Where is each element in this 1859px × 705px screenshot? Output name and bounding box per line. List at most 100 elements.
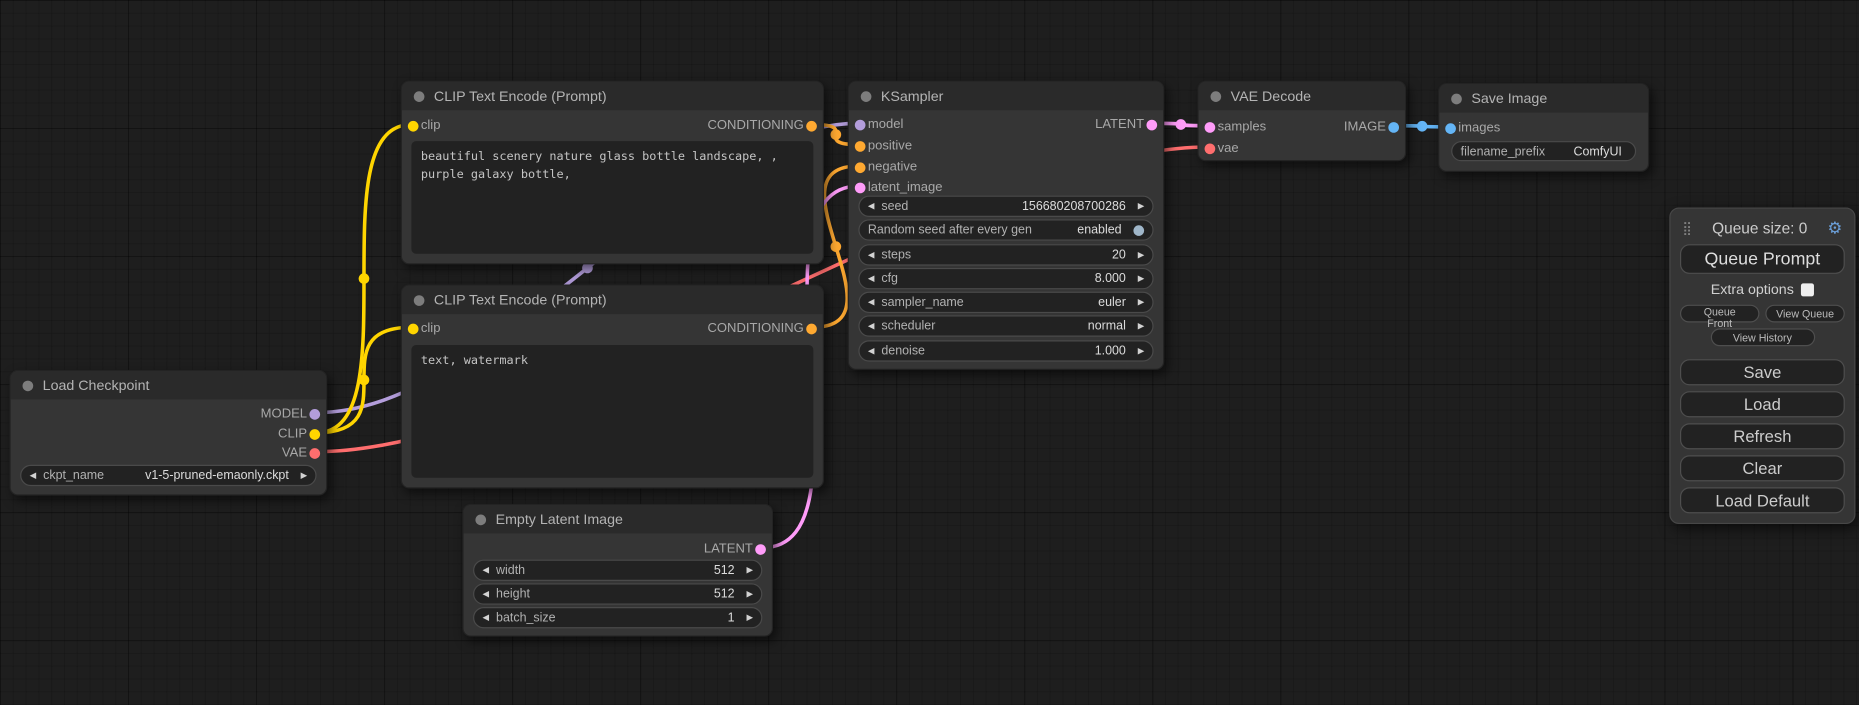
node-clip-text-encode-negative[interactable]: CLIP Text Encode (Prompt) clip CONDITION…: [401, 285, 824, 489]
extra-options-label: Extra options: [1711, 281, 1794, 298]
decrement-arrow-icon[interactable]: [868, 298, 874, 306]
increment-arrow-icon[interactable]: [1138, 322, 1144, 330]
decrement-arrow-icon[interactable]: [30, 471, 36, 479]
widget-seed[interactable]: seed 156680208700286: [858, 196, 1153, 217]
collapse-dot-icon[interactable]: [861, 91, 872, 102]
port-vae-output[interactable]: [309, 448, 320, 459]
increment-arrow-icon[interactable]: [1138, 202, 1144, 210]
widget-ckpt-name[interactable]: ckpt_name v1-5-pruned-emaonly.ckpt: [20, 465, 316, 486]
collapse-dot-icon[interactable]: [414, 91, 425, 102]
decrement-arrow-icon[interactable]: [868, 202, 874, 210]
toggle-on-icon[interactable]: [1133, 225, 1144, 236]
input-label-positive: positive: [868, 138, 912, 155]
decrement-arrow-icon[interactable]: [868, 251, 874, 259]
positive-prompt-textarea[interactable]: beautiful scenery nature glass bottle la…: [411, 141, 813, 254]
queue-prompt-button[interactable]: Queue Prompt: [1680, 244, 1845, 274]
input-label-latent-image: latent_image: [868, 179, 943, 196]
port-model-output[interactable]: [309, 409, 320, 420]
widget-width[interactable]: width 512: [473, 560, 762, 581]
node-save-image[interactable]: Save Image images filename_prefix ComfyU…: [1438, 83, 1649, 172]
widget-value: 1: [563, 611, 740, 625]
port-latent-output[interactable]: [1146, 120, 1157, 131]
increment-arrow-icon[interactable]: [746, 614, 752, 622]
widget-value: 20: [918, 248, 1130, 262]
port-image-output[interactable]: [1388, 122, 1399, 133]
increment-arrow-icon[interactable]: [301, 471, 307, 479]
save-button[interactable]: Save: [1680, 359, 1845, 385]
node-vae-decode[interactable]: VAE Decode samples vae IMAGE: [1197, 81, 1406, 162]
collapse-dot-icon[interactable]: [1210, 91, 1221, 102]
settings-gear-icon[interactable]: [1828, 218, 1843, 238]
node-titlebar[interactable]: CLIP Text Encode (Prompt): [402, 286, 823, 314]
widget-batch-size[interactable]: batch_size 1: [473, 607, 762, 628]
port-images-input[interactable]: [1445, 123, 1456, 134]
widget-random-seed-toggle[interactable]: Random seed after every gen enabled: [858, 219, 1153, 240]
widget-label: width: [496, 563, 525, 577]
view-history-button[interactable]: View History: [1710, 328, 1814, 346]
collapse-dot-icon[interactable]: [475, 514, 486, 525]
widget-filename-prefix[interactable]: filename_prefix ComfyUI: [1451, 141, 1636, 161]
node-title: Load Checkpoint: [43, 377, 150, 394]
output-label-conditioning: CONDITIONING: [707, 320, 803, 337]
collapse-dot-icon[interactable]: [414, 295, 425, 306]
widget-cfg[interactable]: cfg 8.000: [858, 268, 1153, 289]
port-latent-output[interactable]: [755, 544, 766, 555]
refresh-button[interactable]: Refresh: [1680, 423, 1845, 449]
port-clip-input[interactable]: [408, 121, 419, 132]
queue-front-button[interactable]: Queue Front: [1680, 305, 1759, 323]
link-midpoint-dot: [1417, 121, 1428, 132]
widget-sampler-name[interactable]: sampler_name euler: [858, 292, 1153, 313]
port-conditioning-output[interactable]: [806, 121, 817, 132]
decrement-arrow-icon[interactable]: [868, 347, 874, 355]
input-label-negative: negative: [868, 159, 917, 176]
port-positive-input[interactable]: [855, 141, 866, 152]
node-clip-text-encode-positive[interactable]: CLIP Text Encode (Prompt) clip CONDITION…: [401, 81, 824, 265]
load-default-button[interactable]: Load Default: [1680, 487, 1845, 513]
node-load-checkpoint[interactable]: Load Checkpoint MODEL CLIP VAE ckpt_name…: [9, 370, 327, 496]
widget-steps[interactable]: steps 20: [858, 244, 1153, 265]
port-samples-input[interactable]: [1205, 122, 1216, 133]
increment-arrow-icon[interactable]: [1138, 274, 1144, 282]
increment-arrow-icon[interactable]: [1138, 347, 1144, 355]
node-titlebar[interactable]: CLIP Text Encode (Prompt): [402, 82, 823, 110]
port-latent-image-input[interactable]: [855, 183, 866, 194]
view-queue-button[interactable]: View Queue: [1765, 305, 1844, 323]
node-titlebar[interactable]: Empty Latent Image: [464, 505, 772, 533]
port-clip-input[interactable]: [408, 324, 419, 335]
node-titlebar[interactable]: Load Checkpoint: [11, 371, 326, 399]
decrement-arrow-icon[interactable]: [483, 566, 489, 574]
decrement-arrow-icon[interactable]: [868, 322, 874, 330]
negative-prompt-textarea[interactable]: text, watermark: [411, 345, 813, 478]
widget-height[interactable]: height 512: [473, 583, 762, 604]
decrement-arrow-icon[interactable]: [483, 614, 489, 622]
port-clip-output[interactable]: [309, 429, 320, 440]
port-model-input[interactable]: [855, 120, 866, 131]
increment-arrow-icon[interactable]: [746, 566, 752, 574]
node-ksampler[interactable]: KSampler model positive negative latent_…: [848, 81, 1165, 370]
widget-value: enabled: [1077, 223, 1126, 237]
drag-handle-icon[interactable]: [1682, 221, 1692, 236]
node-graph-canvas[interactable]: Load Checkpoint MODEL CLIP VAE ckpt_name…: [0, 0, 1859, 705]
node-titlebar[interactable]: Save Image: [1439, 84, 1648, 112]
decrement-arrow-icon[interactable]: [868, 274, 874, 282]
port-negative-input[interactable]: [855, 162, 866, 173]
increment-arrow-icon[interactable]: [746, 590, 752, 598]
output-label-vae: VAE: [282, 445, 307, 462]
load-button[interactable]: Load: [1680, 391, 1845, 417]
clear-button[interactable]: Clear: [1680, 455, 1845, 481]
decrement-arrow-icon[interactable]: [483, 590, 489, 598]
collapse-dot-icon[interactable]: [1451, 93, 1462, 104]
port-conditioning-output[interactable]: [806, 324, 817, 335]
extra-options-checkbox[interactable]: [1801, 283, 1814, 296]
increment-arrow-icon[interactable]: [1138, 251, 1144, 259]
widget-scheduler[interactable]: scheduler normal: [858, 315, 1153, 336]
increment-arrow-icon[interactable]: [1138, 298, 1144, 306]
widget-label: sampler_name: [881, 295, 963, 309]
node-empty-latent-image[interactable]: Empty Latent Image LATENT width 512 heig…: [462, 504, 773, 637]
node-titlebar[interactable]: KSampler: [849, 82, 1163, 110]
output-label-image: IMAGE: [1344, 119, 1386, 136]
widget-denoise[interactable]: denoise 1.000: [858, 340, 1153, 361]
collapse-dot-icon[interactable]: [23, 380, 34, 391]
node-titlebar[interactable]: VAE Decode: [1199, 82, 1405, 110]
port-vae-input[interactable]: [1205, 143, 1216, 154]
